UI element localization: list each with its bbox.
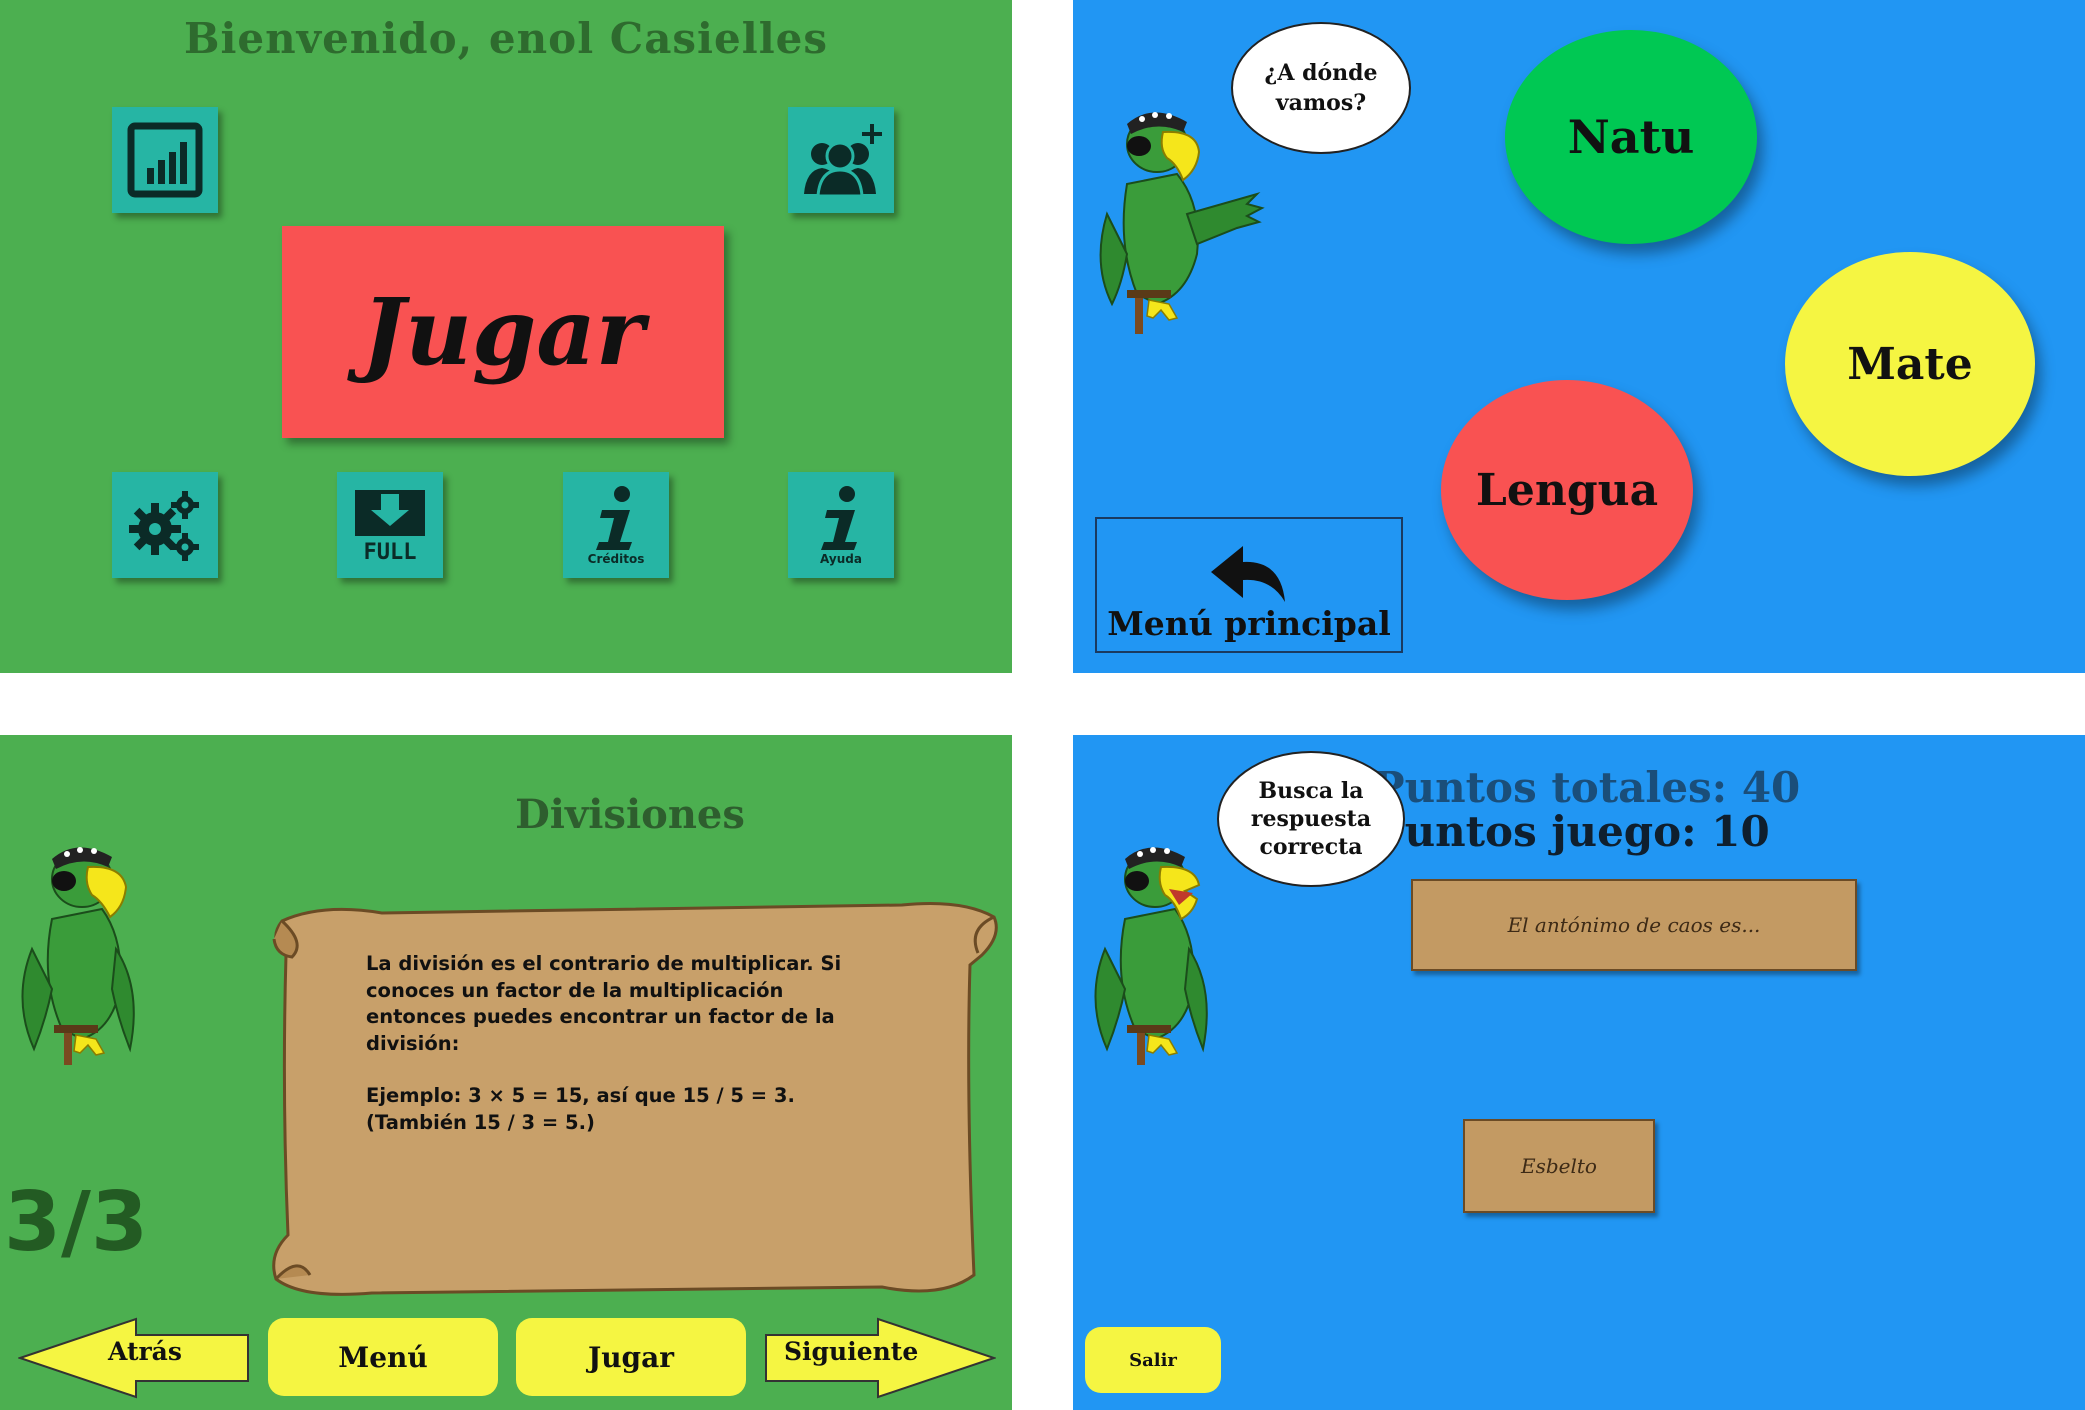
download-icon (355, 489, 425, 536)
welcome-title: Bienvenido, enol Casielles (183, 14, 829, 63)
add-user-icon (804, 124, 882, 198)
credits-button[interactable]: Créditos (563, 472, 669, 578)
exit-button[interactable]: Salir (1085, 1327, 1221, 1393)
welcome-screen: Bienvenido, enol Casielles Jugar FULL Cr… (0, 0, 1012, 673)
gears-icon (129, 491, 199, 561)
play-button[interactable]: Jugar (516, 1318, 746, 1396)
lesson-screen: Divisiones La división es el contrario d… (0, 735, 1012, 1410)
settings-button[interactable] (112, 472, 218, 578)
answer-option[interactable]: Esbelto (1463, 1119, 1655, 1213)
undo-arrow-icon (1211, 546, 1285, 602)
credits-label: Créditos (587, 552, 645, 566)
full-label: FULL (363, 539, 417, 565)
speech-bubble: Busca la respuesta correcta (1217, 751, 1405, 887)
page-counter: 3/3 (4, 1175, 149, 1270)
back-label: Atrás (108, 1337, 182, 1366)
quiz-screen: Puntos totales: 40 Puntos juego: 10 Busc… (1073, 735, 2085, 1410)
chart-icon (127, 122, 203, 198)
lesson-title: Divisiones (515, 791, 745, 838)
play-button[interactable]: Jugar (282, 226, 724, 438)
next-label: Siguiente (784, 1337, 919, 1366)
parrot-icon (1094, 847, 1208, 1065)
main-menu-label: Menú principal (1107, 604, 1391, 643)
info-icon (596, 486, 632, 550)
question-plank: El antónimo de caos es... (1411, 879, 1857, 971)
info-icon (821, 486, 857, 550)
lesson-text: La división es el contrario de multiplic… (366, 951, 886, 1136)
subject-mate[interactable]: Mate (1785, 252, 2035, 476)
help-button[interactable]: Ayuda (788, 472, 894, 578)
game-points: Puntos juego: 10 (1373, 807, 1770, 856)
help-label: Ayuda (820, 552, 862, 566)
next-button[interactable]: Siguiente (764, 1317, 998, 1399)
back-button[interactable]: Atrás (16, 1317, 250, 1399)
lesson-paragraph-2: Ejemplo: 3 × 5 = 15, así que 15 / 5 = 3.… (366, 1084, 795, 1134)
stats-button[interactable] (112, 107, 218, 213)
lesson-paragraph-1: La división es el contrario de multiplic… (366, 952, 842, 1055)
subject-lengua[interactable]: Lengua (1441, 380, 1693, 600)
add-user-button[interactable] (788, 107, 894, 213)
menu-button[interactable]: Menú (268, 1318, 498, 1396)
main-menu-button[interactable]: Menú principal (1095, 517, 1403, 653)
subjects-screen: ¿A dónde vamos? Natu Mate Lengua Menú pr… (1073, 0, 2085, 673)
total-points: Puntos totales: 40 (1373, 763, 1801, 812)
speech-bubble: ¿A dónde vamos? (1231, 22, 1411, 154)
subject-natu[interactable]: Natu (1505, 30, 1757, 244)
parrot-icon (21, 847, 135, 1065)
full-version-button[interactable]: FULL (337, 472, 443, 578)
